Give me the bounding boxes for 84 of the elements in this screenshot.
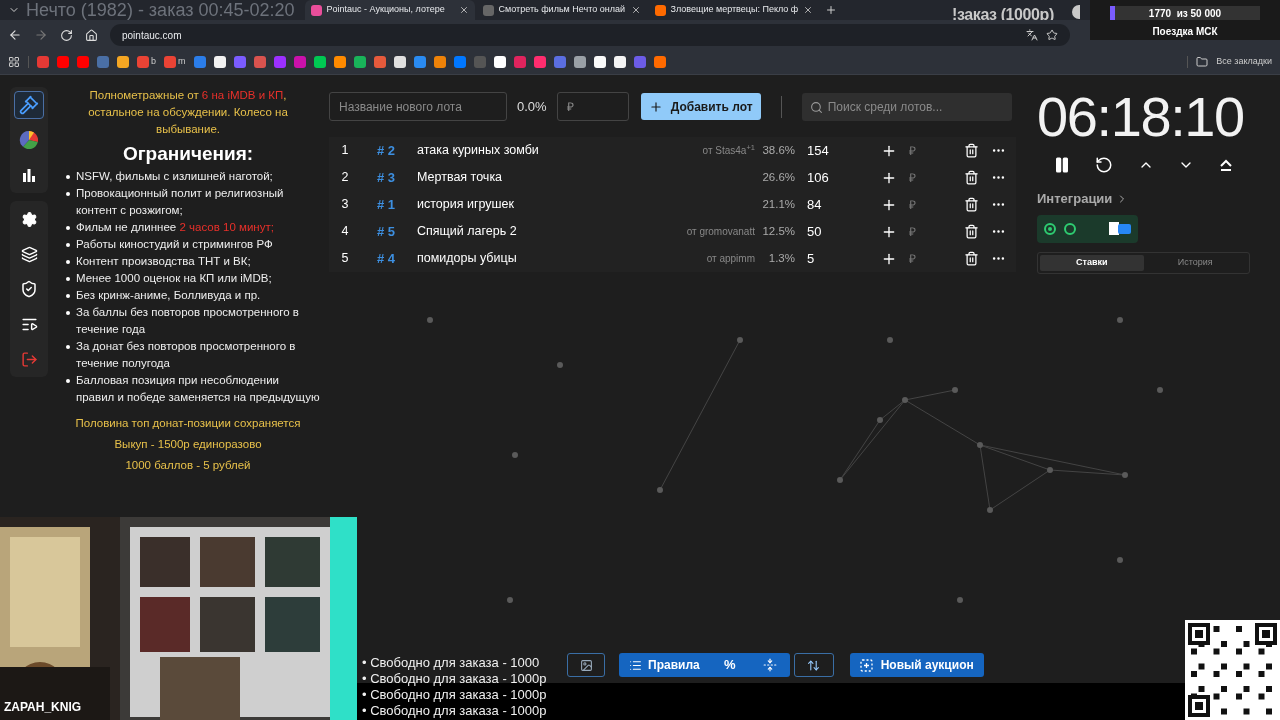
lot-id: # 5 bbox=[375, 222, 397, 241]
bookmark-label[interactable]: b bbox=[151, 55, 156, 69]
lot-row[interactable]: 5 # 4 помидоры убицы от appimm 1.3% 5 ₽ bbox=[329, 245, 1016, 272]
rules-heading: Ограничения: bbox=[122, 142, 254, 166]
lot-rank: 2 bbox=[340, 169, 350, 187]
lot-name: история игрушек bbox=[416, 196, 515, 214]
rule-item: Менее 1000 оценок на КП или iMDB; bbox=[76, 271, 272, 286]
percent-button[interactable]: % bbox=[709, 653, 750, 677]
integrations-link[interactable]: Интеграции bbox=[1037, 189, 1113, 209]
webcam-name: ZAPAH_KNIG bbox=[4, 699, 82, 716]
lot-rank: 5 bbox=[340, 250, 350, 268]
goal-count: 1770 из 50 000 bbox=[1148, 6, 1222, 21]
rule-item: Без кринж-аниме, Болливуда и пр. bbox=[76, 288, 261, 303]
lot-author: от gromovanatt bbox=[686, 225, 755, 239]
queue-line: • Свободно для заказа - 1000 bbox=[362, 655, 541, 671]
lot-row[interactable]: 2 # 3 Мертвая точка 26.6% 106 ₽ bbox=[329, 164, 1016, 191]
rule-item: Работы киностудий и стримингов РФ bbox=[76, 237, 273, 252]
tab-title: Pointauc - Аукционы, лотере bbox=[326, 3, 446, 17]
currency-button[interactable]: ₽ bbox=[909, 222, 916, 241]
lot-amount: 106 bbox=[806, 168, 830, 187]
panel-tab[interactable]: Ставки bbox=[1040, 254, 1144, 271]
timer-display: 06:18:10 bbox=[1037, 87, 1245, 147]
lot-name: атака куриных зомби bbox=[416, 142, 540, 160]
queue-line: • Свободно для заказа - 1000р bbox=[362, 687, 547, 703]
queue-line: • Свободно для заказа - 1000р bbox=[362, 671, 547, 687]
lot-author: от appimm bbox=[706, 252, 755, 266]
tab-title: Смотреть фильм Нечто онлай bbox=[498, 3, 626, 17]
currency-button[interactable]: ₽ bbox=[909, 168, 916, 187]
lot-rank: 4 bbox=[340, 223, 350, 241]
currency-button[interactable]: ₽ bbox=[909, 195, 916, 214]
lot-id: # 2 bbox=[375, 141, 397, 160]
rule-item: Контент производства ТНТ и ВК; bbox=[76, 254, 251, 269]
lot-name-field[interactable]: Название нового лота bbox=[329, 92, 507, 121]
rules-button[interactable]: Правила bbox=[619, 653, 710, 677]
lot-rank: 3 bbox=[340, 196, 350, 214]
bookmark-label[interactable]: m bbox=[178, 55, 186, 69]
lot-id: # 4 bbox=[375, 249, 397, 268]
tab-title: Зловещие мертвецы: Пекло ф bbox=[670, 3, 798, 17]
lot-row[interactable]: 3 # 1 история игрушек 21.1% 84 ₽ bbox=[329, 191, 1016, 218]
lot-id: # 3 bbox=[375, 168, 397, 187]
lot-percent: 21.1% bbox=[761, 196, 795, 212]
lot-name: Мертвая точка bbox=[416, 169, 504, 187]
lot-rank: 1 bbox=[340, 142, 350, 160]
lot-name: помидоры убицы bbox=[416, 250, 518, 268]
url-text: pointauc.com bbox=[122, 28, 182, 43]
lot-amount: 84 bbox=[806, 195, 823, 214]
currency-button[interactable]: ₽ bbox=[909, 249, 916, 268]
lot-percent: 26.6% bbox=[761, 169, 795, 185]
stream-title-overlay: Нечто (1982) - заказ 00:45-02:20 bbox=[26, 0, 295, 20]
rule-item: Балловая позиция при несоблюдении правил и победе заменяется на предыдущую bbox=[76, 373, 320, 405]
lot-amount: 154 bbox=[806, 141, 830, 160]
address-bar[interactable]: pointauc.com bbox=[110, 24, 1070, 46]
lot-amount: 50 bbox=[806, 222, 823, 241]
rule-item: За донат без повторов просмотренного в течение полугода bbox=[76, 339, 297, 371]
rules-note: Половина топ донат-позиции сохраняется bbox=[75, 416, 301, 431]
price-field[interactable]: ₽ bbox=[556, 92, 629, 121]
lot-author: от Stas4a$^{+1}$ bbox=[702, 143, 755, 158]
goal-name: Поездка МСК bbox=[1152, 25, 1218, 39]
lot-percent: 12.5% bbox=[761, 223, 795, 239]
rules-note: Выкуп - 1500р единоразово bbox=[114, 437, 262, 452]
lot-row[interactable]: 4 # 5 Спящий лагерь 2 от gromovanatt 12.5% 50 ₽ bbox=[329, 218, 1016, 245]
rule-item: Провокационный полит и религиозный контент с розжигом; bbox=[76, 186, 285, 218]
lot-percent: 0.0% bbox=[517, 97, 547, 116]
lot-name: Спящий лагерь 2 bbox=[416, 223, 518, 241]
browser-tab[interactable]: Зловещие мертвецы: Пекло ф bbox=[648, 0, 819, 20]
currency-button[interactable]: ₽ bbox=[909, 141, 916, 160]
lot-amount: 5 bbox=[806, 249, 816, 268]
lot-id: # 1 bbox=[375, 195, 397, 214]
browser-tab[interactable]: Смотреть фильм Нечто онлай bbox=[476, 0, 647, 20]
lot-percent: 1.3% bbox=[767, 250, 795, 266]
search-field[interactable]: Поиск среди лотов... bbox=[801, 92, 1012, 121]
add-lot-button[interactable]: Добавить лот bbox=[640, 93, 761, 120]
rule-item: Фильм не длиннее 2 часов 10 минут; bbox=[76, 220, 274, 235]
rule-item: NSFW, фильмы с излишней наготой; bbox=[76, 169, 273, 184]
rule-item: За баллы без повторов просмотренного в течение года bbox=[76, 305, 300, 337]
browser-tab[interactable]: Pointauc - Аукционы, лотере bbox=[304, 0, 475, 20]
queue-line: • Свободно для заказа - 1000р bbox=[362, 703, 547, 719]
rules-note: 1000 баллов - 5 рублей bbox=[125, 458, 251, 473]
panel-tab[interactable]: История bbox=[1143, 254, 1247, 271]
lot-percent: 38.6% bbox=[761, 142, 795, 158]
all-bookmarks-link[interactable]: Все закладки bbox=[1216, 55, 1272, 69]
rules-intro: Полнометражные от 6 на iMDB и КП, остальное на обсуждении. Колесо на выбывание. bbox=[87, 88, 289, 137]
new-auction-button[interactable]: Новый аукцион bbox=[849, 653, 984, 677]
lot-row[interactable]: 1 # 2 атака куриных зомби от Stas4a$^{+1}$ 38.6% 154 ₽ bbox=[329, 137, 1016, 164]
